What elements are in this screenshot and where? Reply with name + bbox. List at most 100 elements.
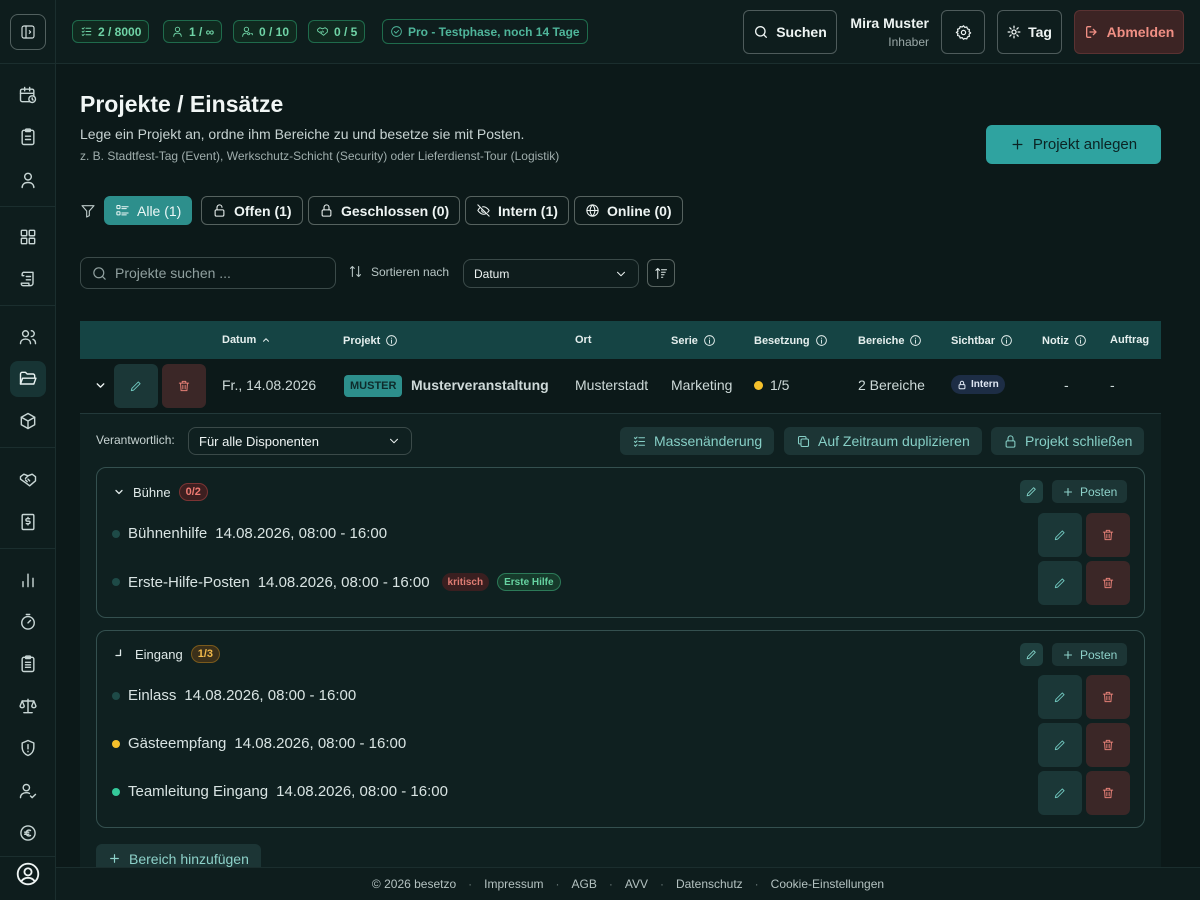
sidebar-item-finance[interactable] bbox=[10, 815, 46, 851]
settings-button[interactable] bbox=[941, 10, 985, 54]
edit-posten-button[interactable] bbox=[1038, 513, 1082, 557]
info-icon[interactable] bbox=[1074, 334, 1087, 347]
search-button[interactable]: Suchen bbox=[743, 10, 837, 54]
edit-posten-button[interactable] bbox=[1038, 723, 1082, 767]
top-bar: 2 / 8000 1 / ∞ 0 / 10 0 / 5 Pro - Testph… bbox=[56, 0, 1200, 64]
theme-toggle-button[interactable]: Tag bbox=[997, 10, 1062, 54]
edit-posten-button[interactable] bbox=[1038, 675, 1082, 719]
edit-posten-button[interactable] bbox=[1038, 561, 1082, 605]
add-posten-button[interactable]: Posten bbox=[1052, 643, 1128, 666]
footer-link-impressum[interactable]: Impressum bbox=[484, 877, 543, 891]
delete-posten-button[interactable] bbox=[1086, 513, 1130, 557]
sort-select[interactable]: Datum bbox=[463, 259, 639, 288]
col-datum[interactable]: Datum bbox=[222, 334, 271, 346]
sidebar-item-user-check[interactable] bbox=[10, 773, 46, 809]
delete-posten-button[interactable] bbox=[1086, 675, 1130, 719]
area-header[interactable]: Eingang 1/3 bbox=[113, 645, 221, 663]
posten-name: Einlass bbox=[128, 687, 177, 704]
filter-all[interactable]: Alle (1) bbox=[104, 196, 193, 225]
sidebar-item-dashboard[interactable] bbox=[10, 219, 46, 255]
add-posten-label: Posten bbox=[1080, 484, 1118, 499]
shield-alert-icon bbox=[21, 739, 35, 757]
filter-open[interactable]: Offen (1) bbox=[201, 196, 303, 225]
trial-text: Pro - Testphase, noch 14 Tage bbox=[408, 24, 580, 39]
info-icon[interactable] bbox=[909, 334, 922, 347]
filter-label: Online (0) bbox=[607, 202, 672, 219]
footer-link-cookies[interactable]: Cookie-Einstellungen bbox=[771, 877, 884, 891]
chevron-down-icon bbox=[617, 271, 625, 276]
expand-toggle[interactable] bbox=[94, 379, 107, 392]
delete-project-button[interactable] bbox=[162, 364, 206, 408]
sidebar-item-stats[interactable] bbox=[10, 562, 46, 598]
responsible-select[interactable]: Für alle Disponenten bbox=[188, 427, 412, 455]
close-project-button[interactable]: Projekt schließen bbox=[991, 427, 1145, 455]
list-item[interactable]: Einlass 14.08.2026, 08:00 - 16:00 bbox=[112, 687, 356, 704]
footer-link-agb[interactable]: AGB bbox=[572, 877, 597, 891]
sidebar-item-checklists[interactable] bbox=[10, 646, 46, 682]
sidebar-item-security[interactable] bbox=[10, 730, 46, 766]
filter-label: Alle (1) bbox=[137, 202, 182, 219]
duplicate-button[interactable]: Auf Zeitraum duplizieren bbox=[784, 427, 982, 455]
edit-area-button[interactable] bbox=[1020, 643, 1043, 666]
search-button-label: Suchen bbox=[776, 24, 827, 40]
scroll-icon bbox=[20, 271, 34, 287]
delete-posten-button[interactable] bbox=[1086, 723, 1130, 767]
footer-link-avv[interactable]: AVV bbox=[625, 877, 648, 891]
user-key-icon bbox=[242, 26, 253, 37]
create-project-button[interactable]: Projekt anlegen bbox=[986, 125, 1161, 164]
filter-label: Geschlossen (0) bbox=[341, 202, 450, 219]
list-item[interactable]: Erste-Hilfe-Posten 14.08.2026, 08:00 - 1… bbox=[112, 573, 561, 591]
list-item[interactable]: Gästeempfang 14.08.2026, 08:00 - 16:00 bbox=[112, 735, 406, 752]
sidebar-item-billing[interactable] bbox=[10, 504, 46, 540]
edit-area-button[interactable] bbox=[1020, 480, 1043, 503]
sidebar-item-packages[interactable] bbox=[10, 403, 46, 439]
main-content: Projekte / Einsätze Lege ein Projekt an,… bbox=[56, 65, 1200, 867]
edit-project-button[interactable] bbox=[114, 364, 158, 408]
cell-ort: Musterstadt bbox=[575, 377, 649, 393]
sidebar-item-calendar[interactable] bbox=[10, 77, 46, 113]
info-icon[interactable] bbox=[703, 334, 716, 347]
info-icon[interactable] bbox=[385, 334, 398, 347]
sidebar-item-partners[interactable] bbox=[10, 462, 46, 498]
info-icon[interactable] bbox=[1000, 334, 1013, 347]
sidebar-item-time[interactable] bbox=[10, 604, 46, 640]
cell-auftrag: - bbox=[1110, 377, 1115, 393]
list-item[interactable]: Bühnenhilfe 14.08.2026, 08:00 - 16:00 bbox=[112, 525, 387, 542]
footer-link-datenschutz[interactable]: Datenschutz bbox=[676, 877, 743, 891]
area-header[interactable]: Bühne 0/2 bbox=[113, 483, 208, 501]
add-posten-button[interactable]: Posten bbox=[1052, 480, 1128, 503]
trash-icon bbox=[1102, 787, 1114, 799]
sidebar-item-clipboard[interactable] bbox=[10, 119, 46, 155]
project-search-field[interactable]: Projekte suchen ... bbox=[80, 257, 336, 289]
list-item[interactable]: Teamleitung Eingang 14.08.2026, 08:00 - … bbox=[112, 783, 448, 800]
stat-chip-partners: 0 / 5 bbox=[308, 20, 366, 43]
delete-posten-button[interactable] bbox=[1086, 561, 1130, 605]
sidebar-toggle-button[interactable] bbox=[10, 14, 46, 50]
add-area-button[interactable]: Bereich hinzufügen bbox=[96, 844, 261, 867]
sidebar-item-team[interactable] bbox=[10, 319, 46, 355]
posten-name: Gästeempfang bbox=[128, 735, 227, 752]
delete-posten-button[interactable] bbox=[1086, 771, 1130, 815]
sidebar-item-legal[interactable] bbox=[10, 688, 46, 724]
logout-button[interactable]: Abmelden bbox=[1074, 10, 1184, 54]
visibility-label: Intern bbox=[971, 379, 999, 390]
col-besetzung: Besetzung bbox=[754, 334, 828, 347]
sort-direction-button[interactable] bbox=[647, 259, 675, 287]
filter-label: Offen (1) bbox=[234, 202, 292, 219]
col-datum-label: Datum bbox=[222, 334, 257, 346]
cell-projekt[interactable]: Musterveranstaltung bbox=[411, 377, 549, 393]
status-dot bbox=[112, 529, 120, 538]
info-icon[interactable] bbox=[815, 334, 828, 347]
col-projekt-label: Projekt bbox=[343, 334, 381, 347]
filter-internal[interactable]: Intern (1) bbox=[465, 196, 569, 225]
edit-posten-button[interactable] bbox=[1038, 771, 1082, 815]
filter-closed[interactable]: Geschlossen (0) bbox=[308, 196, 461, 225]
filter-online[interactable]: Online (0) bbox=[574, 196, 683, 225]
col-bereiche-label: Bereiche bbox=[858, 334, 905, 347]
search-placeholder: Projekte suchen ... bbox=[115, 265, 231, 281]
bulk-edit-button[interactable]: Massenänderung bbox=[620, 427, 775, 455]
sidebar-item-scroll[interactable] bbox=[10, 261, 46, 297]
sidebar-item-user[interactable] bbox=[10, 162, 46, 198]
sidebar-item-projects[interactable] bbox=[10, 361, 46, 397]
sidebar-account-button[interactable] bbox=[10, 856, 46, 892]
